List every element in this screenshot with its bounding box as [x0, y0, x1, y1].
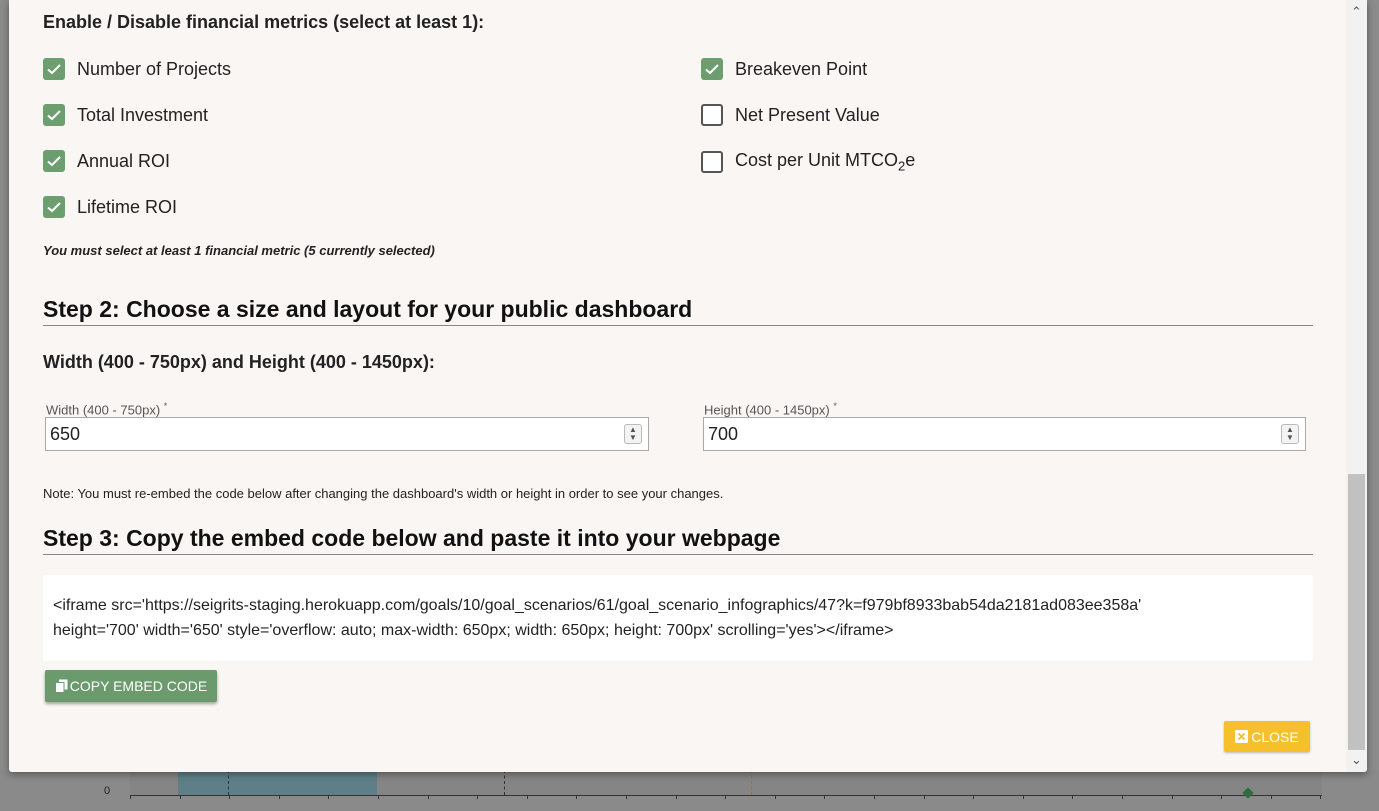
chart-dashed-line: [504, 770, 505, 795]
metrics-selection-note: You must select at least 1 financial met…: [43, 243, 435, 258]
chart-x-tick: [477, 795, 479, 799]
checkbox-unchecked[interactable]: [701, 150, 723, 173]
close-button-label: CLOSE: [1251, 728, 1299, 745]
chart-x-tick: [923, 795, 925, 799]
check-icon: [47, 156, 61, 167]
checkbox-annual-roi[interactable]: Annual ROI: [43, 150, 170, 172]
close-button[interactable]: CLOSE: [1224, 721, 1310, 752]
chart-x-tick: [675, 795, 677, 799]
chart-x-tick: [1270, 795, 1272, 799]
chevron-down-icon: ▼: [629, 433, 637, 442]
chart-x-tick: [278, 795, 280, 799]
chart-x-tick: [1122, 795, 1123, 799]
scroll-thumb[interactable]: [1348, 474, 1365, 750]
checkbox-breakeven-point[interactable]: Breakeven Point: [701, 58, 867, 80]
scroll-up-icon[interactable]: ⌃: [1346, 2, 1367, 22]
width-stepper[interactable]: ▲ ▼: [624, 424, 642, 444]
embed-code-line: <iframe src='https://seigrits-staging.he…: [53, 597, 1142, 614]
scroll-down-icon[interactable]: ⌄: [1346, 750, 1367, 770]
check-icon: [47, 202, 61, 213]
checkbox-checked[interactable]: [43, 58, 65, 80]
chevron-down-icon: ▼: [1286, 433, 1294, 442]
chart-y-tick-label: 0: [104, 785, 111, 797]
chart-x-tick: [824, 795, 826, 799]
chart-dashed-line: [228, 770, 229, 795]
checkbox-label: Number of Projects: [77, 58, 232, 79]
chart-x-tick: [1171, 795, 1173, 799]
checkbox-total-investment[interactable]: Total Investment: [43, 104, 208, 126]
reembed-note: Note: You must re-embed the code below a…: [43, 486, 724, 501]
checkbox-label: Cost per Unit MTCO2e: [735, 150, 916, 174]
embed-dashboard-modal: Enable / Disable financial metrics (sele…: [9, 0, 1367, 772]
checkbox-number-of-projects[interactable]: Number of Projects: [43, 58, 231, 80]
chart-x-tick: [1072, 795, 1074, 799]
modal-scrollbar[interactable]: ⌃ ⌄: [1346, 0, 1367, 772]
chart-x-tick: [179, 795, 181, 799]
copy-icon: [54, 679, 68, 693]
embed-code-box[interactable]: <iframe src='https://seigrits-staging.he…: [43, 575, 1313, 661]
check-icon: [47, 110, 61, 121]
size-subheading: Width (400 - 750px) and Height (400 - 14…: [43, 352, 435, 372]
chart-x-tick: [526, 795, 528, 799]
chart-x-tick: [576, 795, 578, 799]
chart-x-tick: [626, 795, 627, 799]
chart-x-tick: [427, 795, 429, 799]
embed-code-line: height='700' width='650' style='overflow…: [53, 622, 894, 639]
width-input[interactable]: 650 ▲ ▼: [45, 417, 649, 451]
metrics-section-label: Enable / Disable financial metrics (sele…: [43, 12, 485, 32]
check-icon: [705, 64, 719, 75]
checkbox-label: Total Investment: [77, 104, 209, 125]
copy-button-label: COPY EMBED CODE: [69, 678, 208, 694]
chart-x-tick: [1320, 795, 1322, 799]
chart-x-tick: [774, 795, 776, 799]
checkbox-label: Annual ROI: [77, 150, 171, 171]
chart-x-tick: [328, 795, 330, 799]
chart-x-tick: [973, 795, 975, 799]
checkbox-unchecked[interactable]: [701, 104, 723, 126]
checkbox-lifetime-roi[interactable]: Lifetime ROI: [43, 196, 177, 218]
close-square-icon: [1235, 730, 1249, 743]
checkbox-net-present-value[interactable]: Net Present Value: [701, 104, 880, 126]
checkbox-checked[interactable]: [43, 104, 65, 126]
width-field-label: Width (400 - 750px) *: [46, 401, 168, 418]
height-input[interactable]: 700 ▲ ▼: [703, 417, 1306, 451]
chart-x-tick: [229, 795, 231, 799]
chart-x-tick: [725, 795, 727, 799]
checkbox-cost-per-unit[interactable]: Cost per Unit MTCO2e: [701, 150, 915, 174]
chart-x-tick: [1221, 795, 1223, 799]
chart-x-tick: [874, 795, 875, 799]
chart-bar: [178, 770, 377, 795]
checkbox-checked[interactable]: [701, 58, 723, 80]
chart-x-tick: [130, 795, 131, 799]
background-chart: 0: [0, 770, 1379, 811]
chart-plot-area: [130, 770, 1322, 795]
check-icon: [47, 64, 61, 75]
checkbox-label: Net Present Value: [735, 104, 880, 125]
checkbox-label: Lifetime ROI: [77, 196, 178, 217]
step2-heading: Step 2: Choose a size and layout for you…: [43, 296, 1313, 326]
step3-heading: Step 3: Copy the embed code below and pa…: [43, 525, 1313, 555]
checkbox-checked[interactable]: [43, 196, 65, 218]
chart-dashed-line: [751, 770, 752, 795]
chart-x-tick: [378, 795, 379, 799]
chart-x-tick: [1022, 795, 1024, 799]
copy-embed-code-button[interactable]: COPY EMBED CODE: [45, 670, 217, 702]
checkbox-checked[interactable]: [43, 150, 65, 172]
checkbox-label: Breakeven Point: [735, 58, 868, 79]
height-field-label: Height (400 - 1450px) *: [704, 401, 837, 418]
height-stepper[interactable]: ▲ ▼: [1281, 424, 1299, 444]
